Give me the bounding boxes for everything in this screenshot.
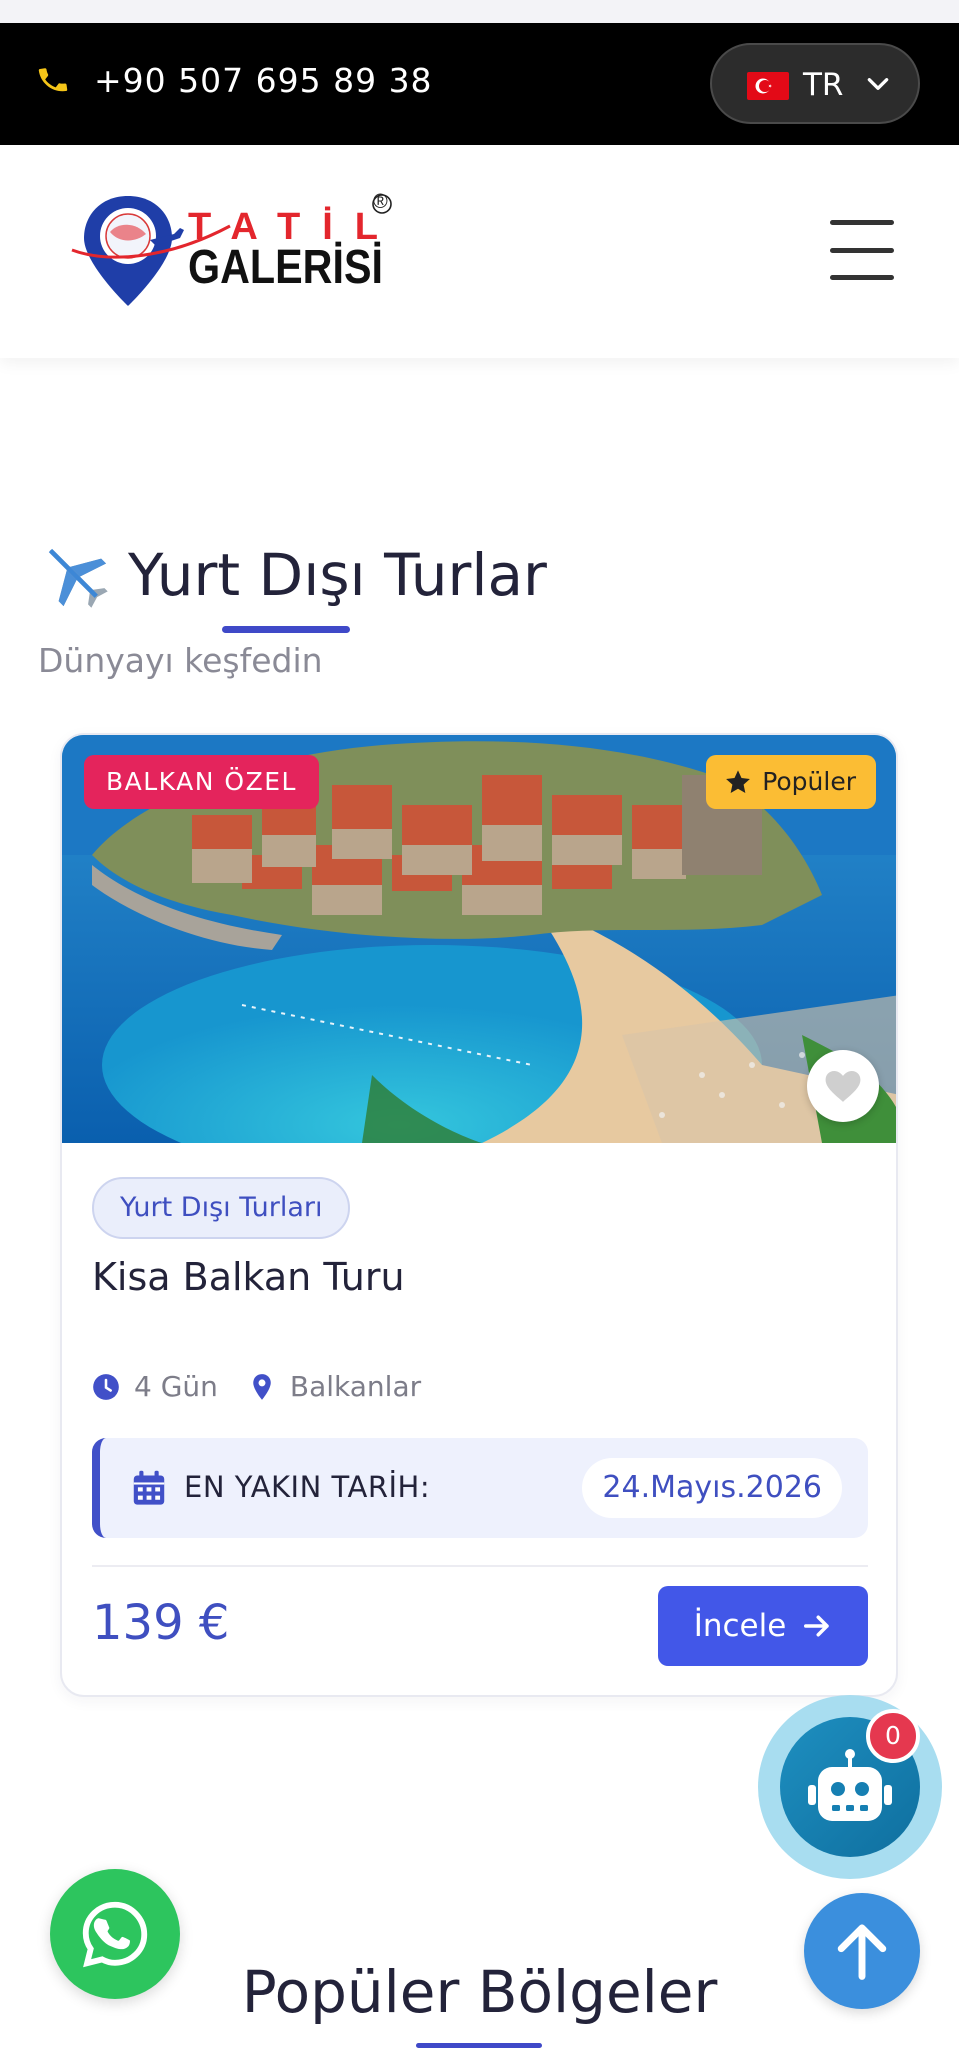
status-strip — [0, 0, 959, 23]
arrow-right-icon — [804, 1615, 830, 1637]
site-logo[interactable]: TATİL GALERİSİ ® — [70, 191, 400, 312]
card-divider — [92, 1565, 868, 1567]
tour-location: Balkanlar — [289, 1370, 422, 1403]
section-title: Yurt Dışı Turlar — [128, 541, 547, 609]
category-tag[interactable]: Yurt Dışı Turları — [92, 1177, 351, 1239]
favorite-button[interactable] — [807, 1050, 879, 1122]
language-selector[interactable]: TR — [710, 43, 920, 124]
view-tour-button-label: İncele — [693, 1608, 787, 1644]
nearest-date-box: EN YAKIN TARİH: 24.Mayıs.2026 — [92, 1438, 868, 1538]
section-heading: Yurt Dışı Turlar — [38, 538, 547, 612]
calendar-icon — [133, 1470, 165, 1505]
title-underline — [222, 626, 350, 633]
heart-icon — [825, 1070, 861, 1102]
popular-badge-label: Popüler — [762, 767, 856, 796]
popular-badge: Popüler — [706, 755, 876, 809]
nearest-date-value: 24.Mayıs.2026 — [582, 1458, 842, 1518]
phone-icon — [38, 68, 68, 92]
tour-title[interactable]: Kisa Balkan Turu — [92, 1255, 405, 1299]
nearest-date-label: EN YAKIN TARİH: — [184, 1470, 431, 1504]
site-header: TATİL GALERİSİ ® — [0, 148, 959, 358]
special-offer-badge: BALKAN ÖZEL — [84, 755, 319, 809]
airplane-icon — [48, 548, 108, 608]
logo-line-2: GALERİSİ — [188, 241, 383, 294]
view-tour-button[interactable]: İncele — [658, 1586, 868, 1666]
tour-duration: 4 Gün — [134, 1370, 218, 1403]
chatbot-button[interactable]: 0 — [758, 1695, 942, 1879]
turkey-flag-icon — [747, 72, 789, 100]
location-pin-icon — [253, 1373, 271, 1400]
phone-number[interactable]: +90 507 695 89 38 — [94, 61, 433, 100]
top-contact-bar: +90 507 695 89 38 TR — [0, 23, 959, 145]
tour-card[interactable]: BALKAN ÖZEL Popüler Yurt Dışı Turları Ki… — [60, 733, 898, 1697]
chatbot-unread-badge: 0 — [866, 1709, 920, 1763]
hamburger-menu-button[interactable] — [830, 220, 894, 280]
language-code: TR — [803, 67, 844, 103]
robot-icon — [808, 1749, 892, 1821]
tour-price: 139 € — [92, 1595, 230, 1651]
popular-regions-underline — [416, 2043, 542, 2048]
tour-meta: 4 Gün Balkanlar — [92, 1370, 421, 1403]
registered-mark: ® — [373, 191, 388, 213]
popular-regions-title: Popüler Bölgeler — [241, 1958, 718, 2026]
chevron-down-icon — [867, 78, 889, 90]
section-subtitle: Dünyayı keşfedin — [38, 641, 323, 680]
star-icon — [726, 770, 751, 793]
clock-icon — [93, 1373, 119, 1400]
